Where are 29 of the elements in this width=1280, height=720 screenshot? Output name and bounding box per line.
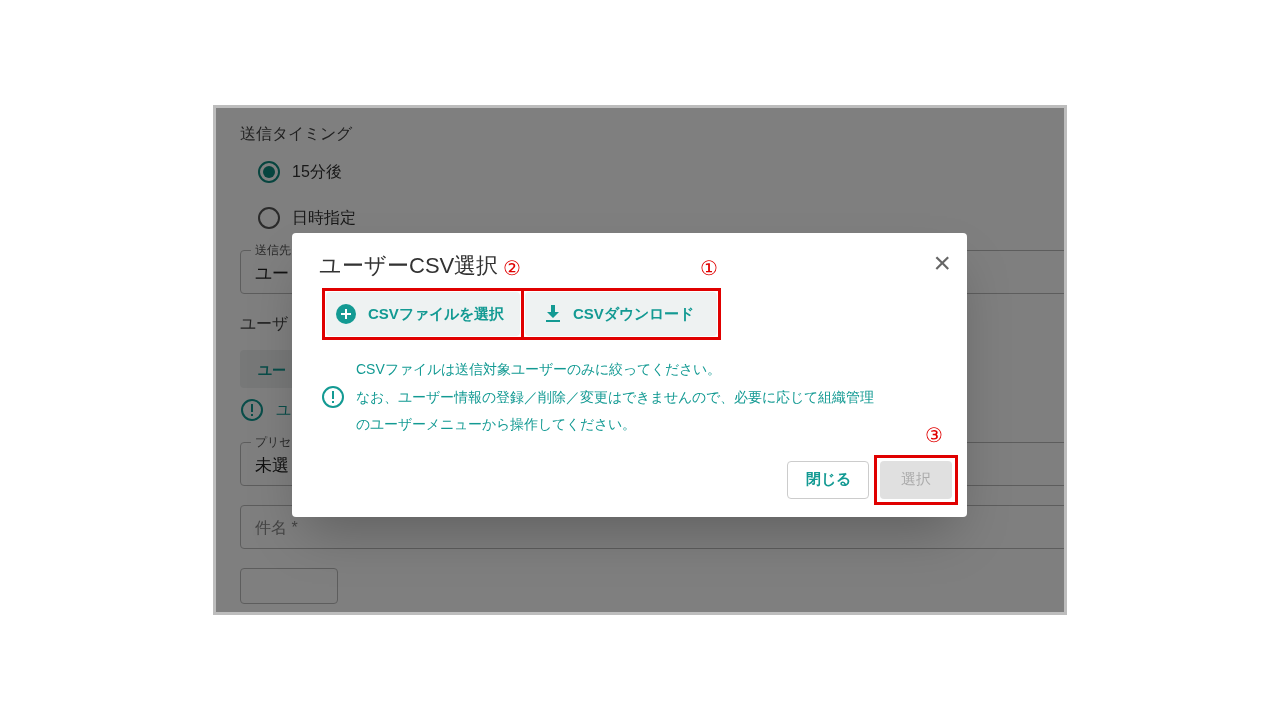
radio-label: 日時指定 bbox=[292, 208, 356, 228]
radio-button[interactable] bbox=[258, 207, 280, 229]
info-text: ユ bbox=[276, 399, 291, 420]
user-button[interactable]: ユー bbox=[258, 362, 286, 378]
radio-button[interactable] bbox=[258, 161, 280, 183]
section-label: ユーザ bbox=[240, 314, 288, 334]
notice-text: のユーザーメニューから操作してください。 bbox=[356, 415, 637, 434]
info-icon bbox=[321, 385, 345, 410]
plus-icon bbox=[336, 304, 356, 324]
field-value: ユー bbox=[255, 264, 289, 283]
select-file-button[interactable]: CSVファイルを選択 bbox=[326, 292, 520, 336]
field-placeholder: 件名 * bbox=[255, 519, 298, 536]
notice-text: CSVファイルは送信対象ユーザーのみに絞ってください。 bbox=[356, 360, 722, 379]
download-button[interactable]: CSVダウンロード bbox=[525, 292, 717, 336]
annotation-number: ① bbox=[700, 257, 718, 279]
field-value: 未選 bbox=[255, 456, 289, 475]
close-button[interactable]: × bbox=[933, 251, 951, 275]
info-icon bbox=[240, 398, 264, 422]
insert-button[interactable] bbox=[240, 568, 338, 604]
download-icon bbox=[545, 305, 561, 323]
annotation-number: ③ bbox=[925, 423, 943, 446]
field-label: プリセ bbox=[251, 434, 295, 450]
notice-text: なお、ユーザー情報の登録／削除／変更はできませんので、必要に応じて組織管理 bbox=[356, 387, 874, 407]
close-dialog-button[interactable]: 閉じる bbox=[787, 460, 869, 499]
section-title: 送信タイミング bbox=[240, 124, 353, 144]
field-label: 送信先 bbox=[251, 242, 295, 258]
annotation-number: ② bbox=[503, 257, 521, 279]
radio-label: 15分後 bbox=[292, 162, 342, 182]
dialog-title: ユーザーCSV選択 bbox=[319, 252, 499, 280]
